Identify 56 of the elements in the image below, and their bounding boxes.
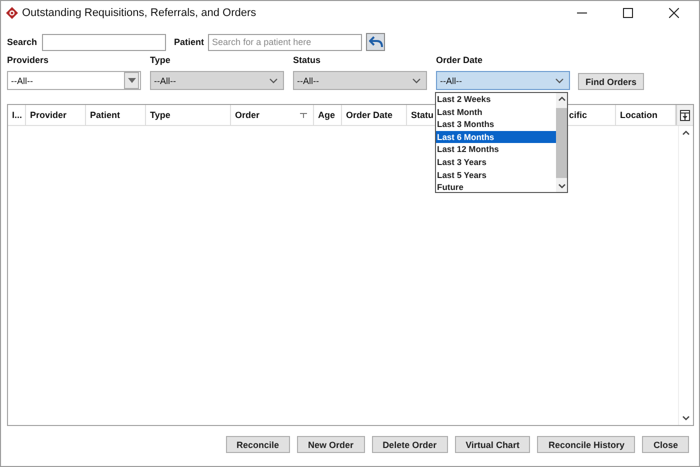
- caret-icon: [555, 78, 564, 84]
- action-button[interactable]: Close: [642, 436, 689, 453]
- filter-label: Providers: [7, 55, 50, 65]
- dropdown-value: --All--: [11, 76, 34, 86]
- patient-search-field[interactable]: Search for a patient here: [208, 34, 362, 50]
- dropdown[interactable]: --All--: [150, 71, 284, 90]
- window-title: Outstanding Requisitions, Referrals, and Orders: [22, 7, 256, 19]
- find-orders-button[interactable]: Find Orders: [578, 73, 644, 90]
- dropdown-value: --All--: [440, 76, 463, 86]
- maximize-icon[interactable]: [623, 8, 633, 18]
- close-icon[interactable]: [669, 8, 679, 18]
- dropdown-button[interactable]: [124, 72, 139, 89]
- action-button[interactable]: Delete Order: [372, 436, 448, 453]
- column-header[interactable]: Provider: [26, 105, 86, 125]
- filter-label: Order Date: [436, 55, 484, 65]
- dropdown-option[interactable]: Last 3 Years: [436, 156, 556, 169]
- column-chooser-icon[interactable]: [680, 110, 690, 120]
- column-header[interactable]: Patient: [86, 105, 146, 125]
- back-arrow-icon: [368, 36, 383, 48]
- back-button[interactable]: [366, 33, 386, 51]
- dropdown-option[interactable]: Future: [436, 181, 556, 194]
- action-button[interactable]: Virtual Chart: [454, 436, 530, 453]
- scroll-up-icon: [558, 96, 566, 101]
- column-header[interactable]: I...: [8, 105, 26, 125]
- dropdown-value: --All--: [297, 76, 320, 86]
- dropdown-option[interactable]: Last 12 Months: [436, 143, 556, 156]
- action-button[interactable]: Reconcile: [226, 436, 290, 453]
- action-button[interactable]: Reconcile History: [537, 436, 636, 453]
- caret-icon: [128, 78, 136, 83]
- dropdown[interactable]: --All--: [7, 71, 141, 90]
- dropdown-option[interactable]: Last 5 Years: [436, 168, 556, 182]
- dropdown-option[interactable]: Last 2 Weeks: [436, 93, 556, 106]
- column-header[interactable]: Order: [231, 105, 314, 125]
- caret-icon: [412, 78, 421, 84]
- scrollbar-thumb[interactable]: [556, 108, 567, 178]
- dropdown-value: --All--: [154, 76, 177, 86]
- action-button[interactable]: New Order: [297, 436, 365, 453]
- dropdown[interactable]: --All--: [293, 71, 427, 90]
- caret-icon: [269, 78, 278, 84]
- filter-label: Type: [150, 55, 172, 65]
- scroll-up-icon: [682, 130, 690, 135]
- patient-label: Patient: [174, 37, 204, 47]
- scroll-down-icon: [682, 416, 690, 421]
- scrollbar[interactable]: [556, 93, 567, 192]
- dropdown-option[interactable]: Last 3 Months: [436, 118, 556, 131]
- search-field[interactable]: [42, 34, 166, 50]
- dropdown-option[interactable]: Last 6 Months: [436, 130, 556, 144]
- dropdown-option[interactable]: Last Month: [436, 106, 556, 118]
- column-header[interactable]: Type: [146, 105, 231, 125]
- dropdown[interactable]: --All--: [436, 71, 570, 90]
- column-header[interactable]: Age: [314, 105, 342, 125]
- filter-label: Status: [293, 55, 322, 65]
- scroll-down-icon: [558, 184, 566, 189]
- search-label: Search: [7, 37, 38, 47]
- app-logo-icon: [6, 7, 18, 19]
- column-header[interactable]: Order Date: [342, 105, 407, 125]
